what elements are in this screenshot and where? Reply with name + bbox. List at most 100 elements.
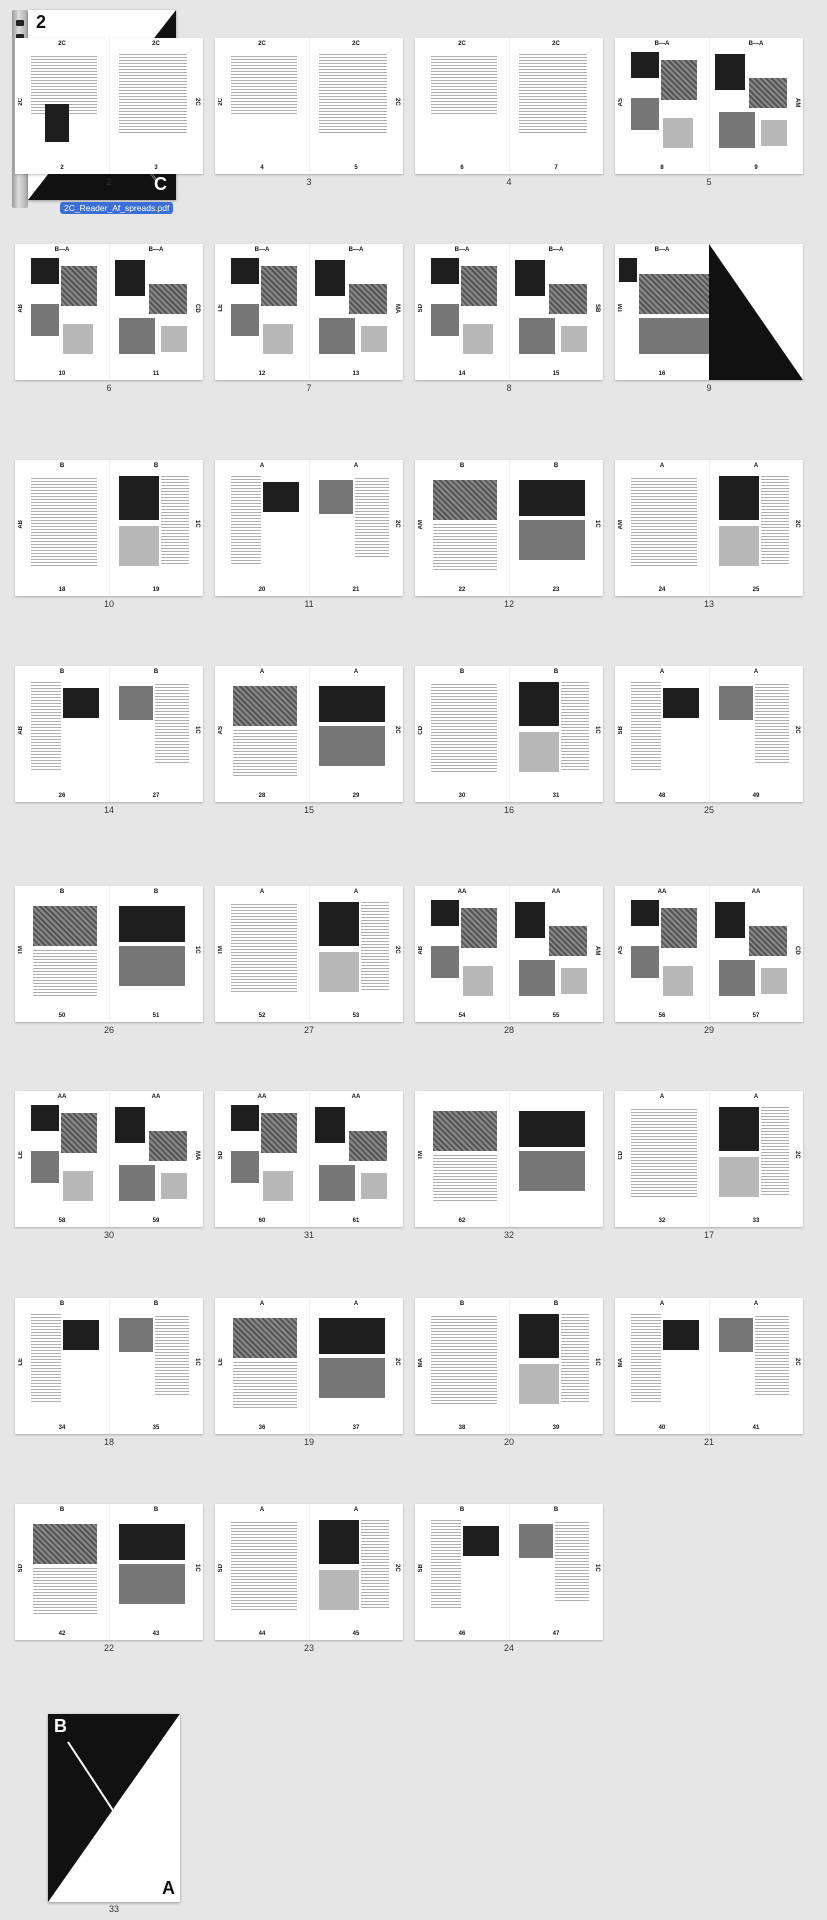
spread-thumbnail[interactable]: B—A B—A SD SB 14 15	[415, 244, 603, 380]
left-page-header: B	[459, 669, 465, 675]
spread-thumbnail[interactable]: B B MA 1C 38 39	[415, 1298, 603, 1434]
spread-thumbnail[interactable]: A A CD 2C 32 33	[615, 1091, 803, 1227]
photo-image	[119, 1524, 185, 1560]
spread-thumbnail[interactable]: B—A TM 16	[615, 244, 803, 380]
back-cover: B A	[48, 1714, 180, 1902]
photo-image	[463, 324, 493, 354]
right-page-number: 23	[552, 587, 560, 593]
spread-thumbnail[interactable]: B—A B—A LE MA 12 13	[215, 244, 403, 380]
spread-thumbnail[interactable]: B B CD 1C 30 31	[415, 666, 603, 802]
left-page-header: B—A	[654, 41, 670, 47]
photo-image	[719, 686, 753, 720]
left-side-label: CD	[418, 726, 424, 735]
left-side-label: AS	[618, 98, 624, 107]
spread-thumbnail[interactable]: AA AA LE MA 58 59	[15, 1091, 203, 1227]
photo-image	[663, 1320, 699, 1350]
spread-thumbnail[interactable]: B—A B—A AS AM 8 9	[615, 38, 803, 174]
photo-image	[349, 1131, 387, 1161]
photo-image	[119, 476, 159, 520]
text-block	[31, 682, 61, 772]
photo-image	[319, 1318, 385, 1354]
left-page-number: 18	[58, 587, 66, 593]
photo-image	[719, 476, 759, 520]
spread-thumbnail[interactable]: B B SB 1C 46 47	[415, 1504, 603, 1640]
right-side-label: 1C	[194, 1564, 200, 1572]
spread-thumbnail[interactable]: 2C 2C 6 7	[415, 38, 603, 174]
spread-thumbnail[interactable]: B B TM 1C 50 51	[15, 886, 203, 1022]
right-page-header: B—A	[148, 247, 164, 253]
photo-image	[631, 52, 659, 78]
right-page-header: B—A	[748, 41, 764, 47]
right-side-label: 1C	[594, 520, 600, 528]
spread-number-label: 5	[706, 177, 712, 187]
left-page-number: 52	[258, 1013, 266, 1019]
photo-image	[431, 258, 459, 284]
spread-thumbnail[interactable]: TM 62	[415, 1091, 603, 1227]
right-page-header: 2C	[552, 41, 560, 47]
photo-image	[119, 946, 185, 986]
spread-number-label: 23	[303, 1643, 314, 1653]
right-page-header: A	[753, 1094, 759, 1100]
file-name-label[interactable]: 2C_Reader_Af_spreads.pdf	[60, 202, 174, 214]
spread-thumbnail[interactable]: AA AA SD 60 61	[215, 1091, 403, 1227]
photo-image	[319, 902, 359, 946]
photo-image	[519, 682, 559, 726]
photo-image	[61, 266, 97, 306]
text-block	[231, 476, 261, 566]
photo-image	[663, 966, 693, 996]
spread-thumbnail[interactable]: A A LE 2C 36 37	[215, 1298, 403, 1434]
spread-number-label: 19	[303, 1437, 314, 1447]
left-page-number: 46	[458, 1631, 466, 1637]
spread-thumbnail[interactable]: B B AB 1C 18 19	[15, 460, 203, 596]
left-page-header: B—A	[254, 247, 270, 253]
left-page-number: 48	[658, 793, 666, 799]
left-side-label: AS	[618, 946, 624, 955]
spread-thumbnail[interactable]: 2C 2C 2C 2C 4 5	[215, 38, 403, 174]
photo-image	[349, 284, 387, 314]
photo-image	[119, 526, 159, 566]
left-page-number: 30	[458, 793, 466, 799]
spread-thumbnail[interactable]: B B AB 1C 26 27	[15, 666, 203, 802]
photo-image	[431, 304, 459, 336]
photo-image	[519, 520, 585, 560]
spread-thumbnail[interactable]: A A TM 2C 52 53	[215, 886, 403, 1022]
spread-thumbnail[interactable]: B B AM 1C 22 23	[415, 460, 603, 596]
text-block	[33, 1568, 97, 1614]
spread-thumbnail[interactable]: B—A B—A AB CD 10 11	[15, 244, 203, 380]
photo-image	[661, 908, 697, 948]
spread-thumbnail[interactable]: 2C 2C 2C 2C 2 3	[15, 38, 203, 174]
spread-number-label: 18	[103, 1437, 114, 1447]
spread-thumbnail[interactable]: B B LE 1C 34 35	[15, 1298, 203, 1434]
photo-image	[663, 118, 693, 148]
left-side-label: SB	[418, 1564, 424, 1573]
spread-thumbnail[interactable]: AA AA AB AM 54 55	[415, 886, 603, 1022]
photo-image	[549, 284, 587, 314]
right-page-header: A	[353, 669, 359, 675]
spread-thumbnail[interactable]: A A MA 2C 40 41	[615, 1298, 803, 1434]
text-block	[561, 1314, 589, 1404]
right-side-label: 1C	[194, 1358, 200, 1366]
text-block	[431, 56, 497, 114]
left-page-number: 28	[258, 793, 266, 799]
right-side-label: 2C	[394, 1358, 400, 1366]
right-page-header: A	[353, 889, 359, 895]
photo-image	[431, 900, 459, 926]
spread-thumbnail[interactable]: A A SB 2C 48 49	[615, 666, 803, 802]
spread-thumbnail[interactable]: A A 2C 20 21	[215, 460, 403, 596]
right-page-header: AA	[551, 889, 561, 895]
photo-image	[519, 1364, 559, 1404]
spread-number-label: 28	[503, 1025, 514, 1035]
spread-thumbnail[interactable]: A A AM 2C 24 25	[615, 460, 803, 596]
spread-thumbnail[interactable]: AA AA AS CD 56 57	[615, 886, 803, 1022]
right-side-label: 1C	[594, 1564, 600, 1572]
spread-number-label: 16	[503, 805, 514, 815]
spread-thumbnail[interactable]: B B SD 1C 42 43	[15, 1504, 203, 1640]
right-side-label: AM	[594, 946, 600, 956]
right-page-number: 25	[752, 587, 760, 593]
left-page-header: B	[459, 1507, 465, 1513]
spread-thumbnail[interactable]: A A SD 2C 44 45	[215, 1504, 403, 1640]
photo-image	[61, 1113, 97, 1153]
left-page-header: AA	[657, 889, 667, 895]
left-page-number: 24	[658, 587, 666, 593]
spread-thumbnail[interactable]: A A AS 2C 28 29	[215, 666, 403, 802]
